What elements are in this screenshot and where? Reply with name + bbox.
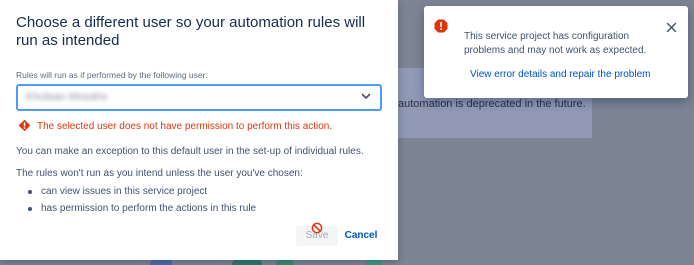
modal-title: Choose a different user so your automati… [16, 14, 366, 49]
exception-text: You can make an exception to this defaul… [16, 146, 364, 157]
selected-user-value: Khulsan Mosahs [26, 91, 108, 103]
background-notice-text: automation is deprecated in the future. [398, 98, 586, 110]
error-icon [434, 19, 448, 33]
flag-message: This service project has configuration p… [464, 31, 647, 56]
warning-icon [18, 119, 31, 132]
view-error-details-link[interactable]: View error details and repair the proble… [470, 69, 650, 80]
rules-intro-text: The rules won't run as you intend unless… [16, 168, 303, 179]
chevron-down-icon[interactable] [360, 90, 372, 102]
close-icon[interactable] [666, 22, 677, 33]
requirements-list: can view issues in this service project … [28, 186, 256, 220]
error-flag: This service project has configuration p… [424, 6, 688, 98]
cancel-button[interactable]: Cancel [344, 226, 378, 246]
user-select[interactable]: Khulsan Mosahs [16, 84, 382, 111]
list-item: has permission to perform the actions in… [28, 203, 256, 220]
not-allowed-icon [311, 222, 323, 234]
error-message: The selected user does not have permissi… [37, 121, 333, 132]
user-field-label: Rules will run as if performed by the fo… [16, 70, 208, 80]
list-item: can view issues in this service project [28, 186, 256, 203]
change-user-modal: Choose a different user so your automati… [0, 0, 398, 260]
